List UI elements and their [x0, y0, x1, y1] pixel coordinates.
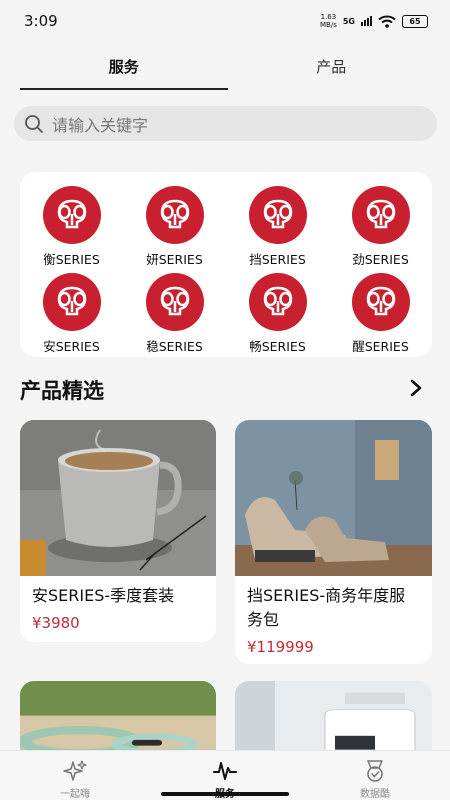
series-label: 劲SERIES: [352, 252, 409, 267]
product-name: 挡SERIES-商务年度服务包: [247, 586, 406, 629]
elephant-logo-icon: [351, 186, 410, 244]
sparkle-icon: [63, 760, 87, 781]
product-name: 安SERIES-季度套装: [32, 586, 175, 605]
elephant-logo-icon: [42, 186, 101, 244]
nav-item-data[interactable]: 数据酷: [300, 751, 450, 800]
elephant-logo-icon: [248, 186, 307, 244]
signal-icon: [361, 16, 372, 26]
network-speed: 1.63 MB/s: [320, 13, 337, 29]
series-item[interactable]: 挡SERIES: [226, 186, 329, 273]
series-label: 衡SERIES: [43, 252, 100, 267]
series-label: 稳SERIES: [146, 339, 203, 354]
medal-icon: [367, 760, 383, 782]
status-bar: 3:09 1.63 MB/s 5G 65: [0, 0, 450, 42]
search-icon: [25, 114, 43, 133]
status-time: 3:09: [24, 12, 58, 30]
series-item[interactable]: 安SERIES: [20, 273, 123, 360]
network-speed-value: 1.63: [320, 13, 337, 21]
elephant-logo-icon: [42, 273, 101, 331]
series-label: 畅SERIES: [249, 339, 306, 354]
series-item[interactable]: 妍SERIES: [123, 186, 226, 273]
series-item[interactable]: 稳SERIES: [123, 273, 226, 360]
tab-service[interactable]: 服务: [20, 48, 228, 90]
elephant-logo-icon: [351, 273, 410, 331]
elephant-logo-icon: [145, 186, 204, 244]
search-bar[interactable]: 请输入关键字: [14, 106, 437, 141]
series-label: 安SERIES: [43, 339, 100, 354]
series-label: 妍SERIES: [146, 252, 203, 267]
battery-icon: 65: [402, 14, 428, 28]
network-type: 5G: [342, 16, 355, 26]
chevron-right-icon[interactable]: [408, 378, 424, 398]
series-label: 挡SERIES: [249, 252, 306, 267]
status-indicators: 1.63 MB/s 5G 65: [320, 13, 428, 29]
home-indicator: [161, 792, 289, 796]
wifi-icon: [378, 15, 396, 28]
product-price: ¥119999: [247, 638, 314, 656]
tab-products[interactable]: 产品: [228, 48, 436, 90]
series-item[interactable]: 畅SERIES: [226, 273, 329, 360]
product-card[interactable]: 安SERIES-季度套装 ¥3980: [20, 420, 216, 642]
battery-level: 65: [409, 16, 421, 26]
series-item[interactable]: 衡SERIES: [20, 186, 123, 273]
nav-item-together[interactable]: 一起嗨: [0, 751, 150, 800]
elephant-logo-icon: [248, 273, 307, 331]
featured-header: 产品精选: [20, 372, 430, 406]
series-label: 醒SERIES: [352, 339, 409, 354]
product-image: [20, 420, 216, 576]
search-input[interactable]: 请输入关键字: [52, 112, 148, 136]
pulse-icon: [213, 762, 237, 780]
section-title: 产品精选: [20, 379, 104, 403]
product-price: ¥3980: [32, 614, 80, 632]
nav-label: 数据酷: [360, 789, 390, 800]
product-card[interactable]: 挡SERIES-商务年度服务包 ¥119999: [235, 420, 432, 664]
top-tabs: 服务 产品: [20, 48, 435, 90]
product-image: [235, 420, 432, 576]
series-item[interactable]: 醒SERIES: [329, 273, 432, 360]
series-grid: 衡SERIES 妍SERIES 挡SERIES 劲SERIES 安SERIES …: [20, 172, 432, 360]
elephant-logo-icon: [145, 273, 204, 331]
series-card: 衡SERIES 妍SERIES 挡SERIES 劲SERIES 安SERIES …: [20, 172, 432, 357]
series-item[interactable]: 劲SERIES: [329, 186, 432, 273]
nav-label: 一起嗨: [60, 789, 90, 800]
network-speed-unit: MB/s: [320, 21, 337, 29]
